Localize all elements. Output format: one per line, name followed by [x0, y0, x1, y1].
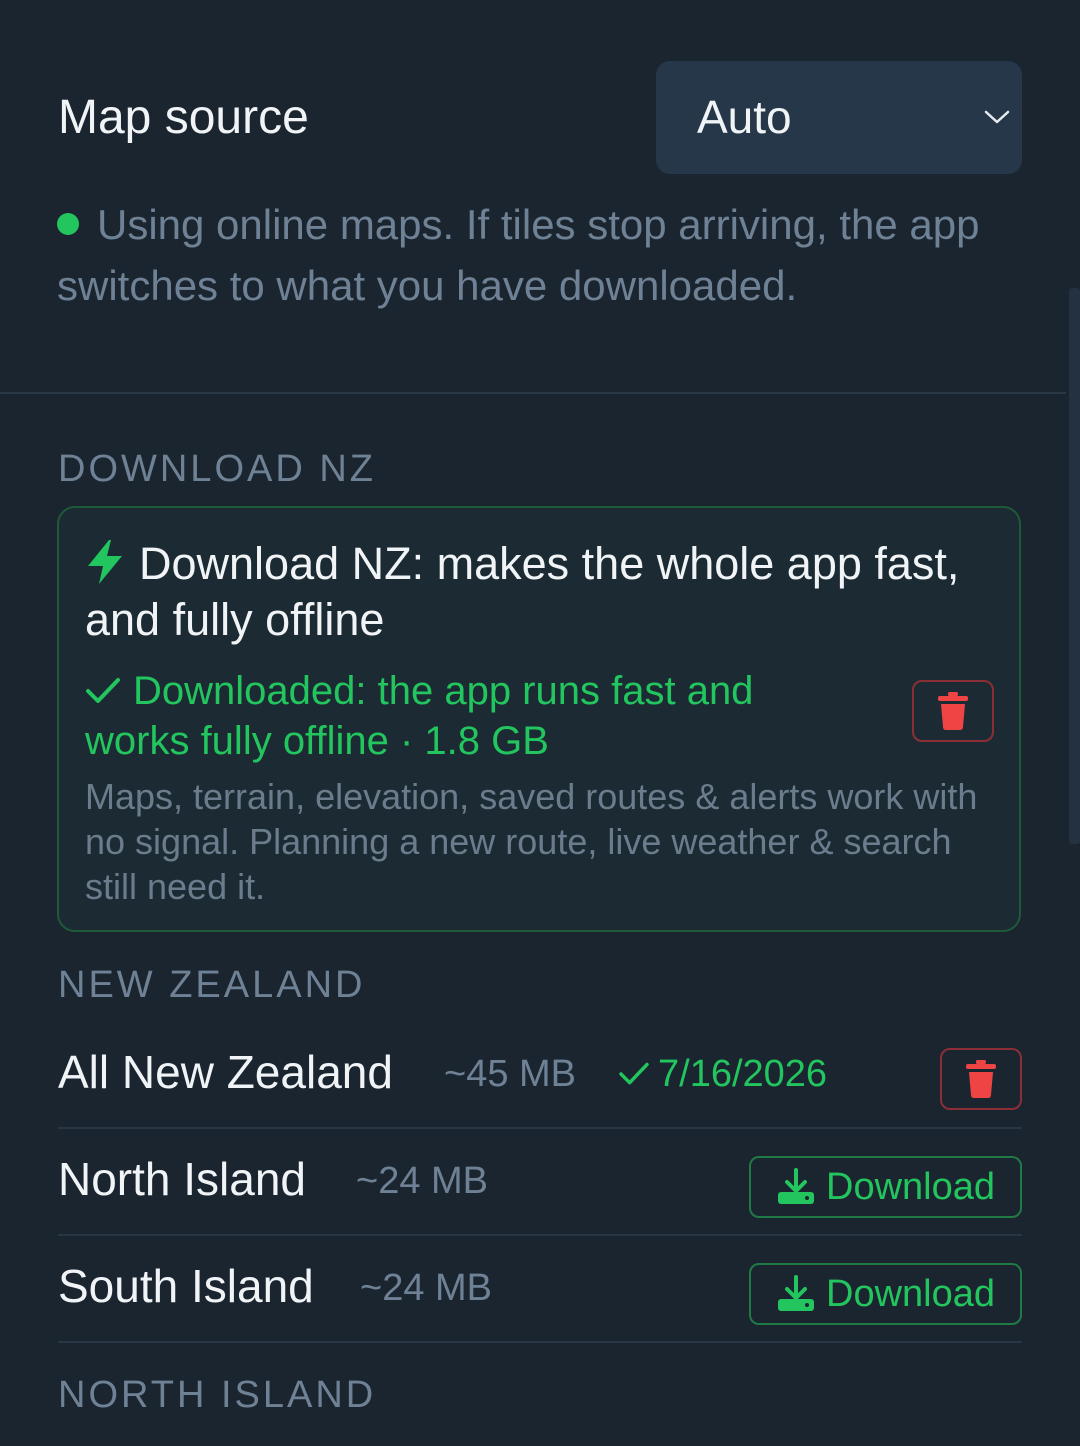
region-name: South Island: [58, 1260, 314, 1312]
card-title-text: Download NZ: makes the whole app fast, a…: [85, 538, 960, 645]
check-icon: [619, 1062, 649, 1085]
download-nz-card: Download NZ: makes the whole app fast, a…: [57, 506, 1021, 932]
region-row-south-island: South Island ~24 MB Download: [58, 1236, 1022, 1343]
delete-region-button[interactable]: [940, 1048, 1022, 1110]
section-title-new-zealand: NEW ZEALAND: [58, 964, 366, 1006]
download-icon: [778, 1168, 814, 1204]
download-icon: [778, 1275, 814, 1311]
download-nz-card-title: Download NZ: makes the whole app fast, a…: [85, 536, 985, 648]
map-source-status-text: Using online maps. If tiles stop arrivin…: [57, 201, 980, 309]
status-dot-icon: [57, 213, 79, 235]
settings-page: Map source Auto Using online maps. If ti…: [0, 0, 1080, 1446]
region-row-north-island: North Island ~24 MB Download: [58, 1129, 1022, 1236]
download-button-label: Download: [826, 1165, 995, 1208]
download-status-text: Downloaded: the app runs fast and works …: [85, 669, 754, 763]
download-button-label: Download: [826, 1272, 995, 1315]
region-name: All New Zealand: [58, 1046, 393, 1098]
download-nz-description: Maps, terrain, elevation, saved routes &…: [85, 776, 978, 907]
trash-icon: [966, 1060, 996, 1098]
scrollbar[interactable]: [1069, 288, 1080, 844]
region-size: ~24 MB: [360, 1267, 493, 1309]
map-source-select[interactable]: Auto: [656, 61, 1022, 174]
download-north-island-button[interactable]: Download: [749, 1156, 1022, 1218]
region-name: North Island: [58, 1153, 307, 1205]
map-source-status: Using online maps. If tiles stop arrivin…: [57, 194, 1017, 316]
section-title-north-island: NORTH ISLAND: [58, 1374, 377, 1416]
section-title-download-nz: DOWNLOAD NZ: [58, 448, 376, 490]
download-south-island-button[interactable]: Download: [749, 1263, 1022, 1325]
map-source-label: Map source: [58, 91, 309, 144]
region-downloaded-date: 7/16/2026: [618, 1022, 827, 1126]
region-size: ~24 MB: [356, 1160, 489, 1202]
divider: [0, 392, 1066, 394]
check-icon: [86, 678, 120, 703]
region-size: ~45 MB: [444, 1053, 577, 1095]
region-date-text: 7/16/2026: [658, 1053, 828, 1095]
map-source-row: Map source Auto: [58, 61, 1022, 174]
region-row-all-new-zealand: All New Zealand ~45 MB 7/16/2026: [58, 1022, 1022, 1129]
delete-nz-download-button[interactable]: [912, 680, 994, 742]
bolt-icon: [88, 540, 122, 584]
map-source-selected-value: Auto: [697, 91, 792, 143]
chevron-down-icon: [984, 110, 1010, 124]
trash-icon: [938, 692, 968, 730]
download-status: Downloaded: the app runs fast and works …: [85, 666, 845, 766]
